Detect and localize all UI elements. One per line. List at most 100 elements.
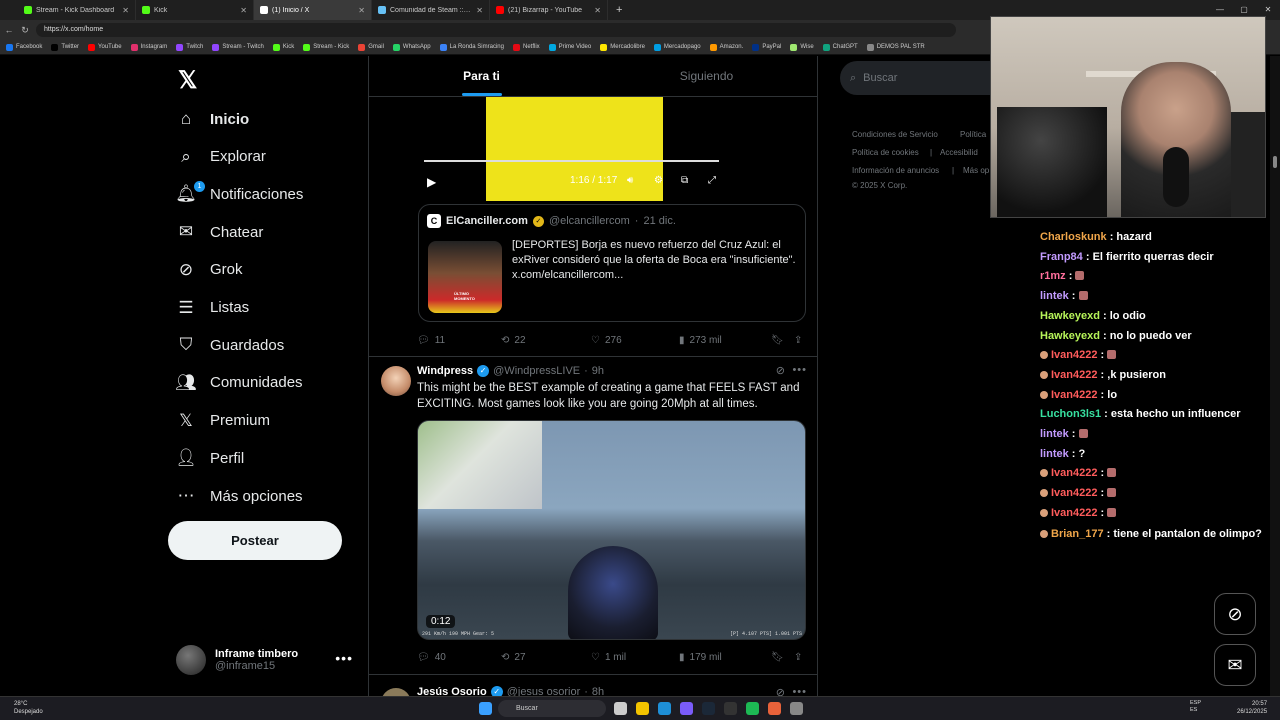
author-handle[interactable]: @jesus osorior — [507, 686, 581, 696]
close-icon[interactable]: ✕ — [594, 6, 601, 15]
taskbar-search[interactable]: Buscar — [498, 700, 606, 717]
terms-link[interactable]: Condiciones de Servicio — [852, 130, 938, 139]
steam-icon[interactable] — [702, 702, 715, 715]
chat-username[interactable]: Ivan4222 — [1051, 349, 1097, 361]
chat-username[interactable]: Hawkeyexd — [1040, 310, 1100, 322]
chat-username[interactable]: Franp84 — [1040, 251, 1083, 263]
scrollbar-thumb[interactable] — [1273, 156, 1277, 168]
bookmark-item[interactable]: Facebook — [6, 43, 42, 51]
volume-icon[interactable]: 🔊︎ — [627, 175, 633, 186]
author-name[interactable]: Windpress — [417, 365, 473, 377]
chat-username[interactable]: lintek — [1040, 290, 1069, 302]
nav-item-home[interactable]: ⌂ Inicio — [176, 106, 249, 132]
close-icon[interactable]: ✕ — [240, 6, 247, 15]
accessibility-link[interactable]: Accesibilid — [940, 148, 978, 157]
settings-gear-icon[interactable]: ⚙ — [654, 175, 663, 186]
bookmark-item[interactable]: Netflix — [512, 43, 540, 51]
cookies-link[interactable]: Política de cookies — [852, 148, 919, 157]
nav-item-profile[interactable]: 👤︎ Perfil — [175, 445, 244, 471]
video-progress-bar[interactable] — [424, 160, 720, 162]
bookmark-item[interactable]: Instagram — [130, 43, 167, 51]
browser-tab[interactable]: (21) Bizarrap - YouTube ✕ — [490, 0, 608, 20]
tweet[interactable]: Jesús Osorio ✓ @jesus osorior · 8h ⊘ ••• — [369, 680, 817, 696]
bookmark-item[interactable]: DEMOS PAL STR — [866, 43, 925, 51]
bookmark-item[interactable]: Gmail — [358, 43, 384, 51]
browser-tab[interactable]: Stream - Kick Dashboard ✕ — [18, 0, 136, 20]
file-explorer-icon[interactable] — [636, 702, 649, 715]
more-dots-icon[interactable]: ••• — [335, 650, 353, 666]
policy-link[interactable]: Política — [960, 130, 986, 139]
language-indicator[interactable]: ESP ES — [1190, 700, 1201, 714]
new-tab-icon[interactable]: + — [616, 4, 622, 16]
account-switcher[interactable]: Inframe timbero @inframe15 ••• — [176, 642, 361, 678]
bookmark-icon[interactable]: 🔖︎ — [771, 335, 794, 346]
play-icon[interactable]: ▶ — [427, 175, 436, 189]
post-button[interactable]: Postear — [168, 521, 342, 560]
browser-tab[interactable]: Kick ✕ — [136, 0, 254, 20]
chat-username[interactable]: r1mz — [1040, 270, 1066, 282]
bookmark-item[interactable]: PayPal — [752, 43, 781, 51]
bookmark-item[interactable]: ChatGPT — [822, 43, 858, 51]
app-icon[interactable] — [790, 702, 803, 715]
grok-icon[interactable]: ⊘ — [776, 686, 785, 696]
share-icon[interactable]: ⇪ — [794, 652, 802, 663]
nav-item-grok[interactable]: ⊘ Grok — [176, 257, 243, 283]
edge-icon[interactable] — [658, 702, 671, 715]
reload-icon[interactable]: ↻ — [20, 25, 30, 36]
views-button[interactable]: ▮ 273 mil — [679, 335, 771, 346]
nav-item-mail[interactable]: ✉ Chatear — [176, 219, 264, 245]
url-field[interactable]: https://x.com/home — [36, 23, 956, 37]
bookmark-item[interactable]: Stream - Kick — [303, 43, 349, 51]
browser-tab[interactable]: Comunidad de Steam :: ojo ✕ — [372, 0, 490, 20]
close-icon[interactable]: ✕ — [358, 6, 365, 15]
video-player[interactable]: 0:12 291 Km/h 190 MPH Gear: 5 [P] 4.107 … — [417, 420, 806, 640]
start-icon[interactable] — [479, 702, 492, 715]
bookmark-item[interactable]: Amazon. — [709, 43, 743, 51]
search-input[interactable]: ⌕ Buscar — [840, 61, 1010, 95]
bookmark-item[interactable]: Twitter — [51, 43, 79, 51]
chat-username[interactable]: lintek — [1040, 428, 1069, 440]
close-icon[interactable]: ✕ — [476, 6, 483, 15]
views-button[interactable]: ▮ 179 mil — [679, 652, 771, 663]
tab-following[interactable]: Siguiendo — [594, 56, 817, 96]
clock[interactable]: 20:57 26/12/2025 — [1237, 700, 1267, 716]
nav-item-list[interactable]: ☰ Listas — [176, 295, 249, 321]
avatar[interactable] — [381, 688, 411, 696]
bookmark-item[interactable]: Kick — [272, 43, 294, 51]
pip-icon[interactable]: ⧉ — [681, 175, 688, 186]
browser-tab[interactable]: (1) Inicio / X ✕ — [254, 0, 372, 20]
share-icon[interactable]: ⇪ — [794, 335, 802, 346]
chat-username[interactable]: Luchon3ls1 — [1040, 408, 1101, 420]
chat-username[interactable]: Ivan4222 — [1051, 369, 1097, 381]
app-icon[interactable] — [680, 702, 693, 715]
nav-item-bookmark[interactable]: ⛉ Guardados — [176, 332, 285, 358]
task-view-icon[interactable] — [614, 702, 627, 715]
bookmark-item[interactable]: Twitch — [176, 43, 203, 51]
nav-item-bell[interactable]: 🔔︎ 1 Notificaciones — [175, 181, 303, 207]
app-icon[interactable] — [724, 702, 737, 715]
chat-username[interactable]: Brian_177 — [1051, 528, 1104, 540]
bookmark-item[interactable]: Wise — [790, 43, 814, 51]
chat-username[interactable]: Ivan4222 — [1051, 487, 1097, 499]
nav-item-more[interactable]: ⋯ Más opciones — [176, 483, 303, 509]
bookmark-item[interactable]: Mercadopago — [653, 43, 701, 51]
more-link[interactable]: Más op — [963, 166, 989, 175]
close-icon[interactable]: ✕ — [122, 6, 129, 15]
chat-username[interactable]: Ivan4222 — [1051, 389, 1097, 401]
quoted-thumbnail[interactable]: ÚLTIMO MOMENTO — [428, 241, 502, 313]
scrollbar[interactable] — [1270, 56, 1280, 696]
nav-item-x[interactable]: 𝕏 Premium — [176, 408, 270, 434]
spotify-icon[interactable] — [746, 702, 759, 715]
repost-button[interactable]: ⟲ 22 — [501, 335, 591, 346]
bookmark-item[interactable]: La Ronda Simracing — [439, 43, 504, 51]
nav-item-communities[interactable]: 👥︎ Comunidades — [175, 370, 302, 396]
grok-icon[interactable]: ⊘ — [776, 364, 785, 377]
avatar[interactable] — [381, 366, 411, 396]
bookmark-icon[interactable]: 🔖︎ — [771, 652, 794, 663]
chat-username[interactable]: Ivan4222 — [1051, 467, 1097, 479]
reply-button[interactable]: 💬︎ 40 — [417, 652, 501, 663]
bookmark-item[interactable]: YouTube — [88, 43, 122, 51]
chat-username[interactable]: Ivan4222 — [1051, 507, 1097, 519]
weather-widget[interactable]: 28°C Despejado — [14, 700, 43, 716]
author-handle[interactable]: @WindpressLIVE — [493, 365, 580, 377]
